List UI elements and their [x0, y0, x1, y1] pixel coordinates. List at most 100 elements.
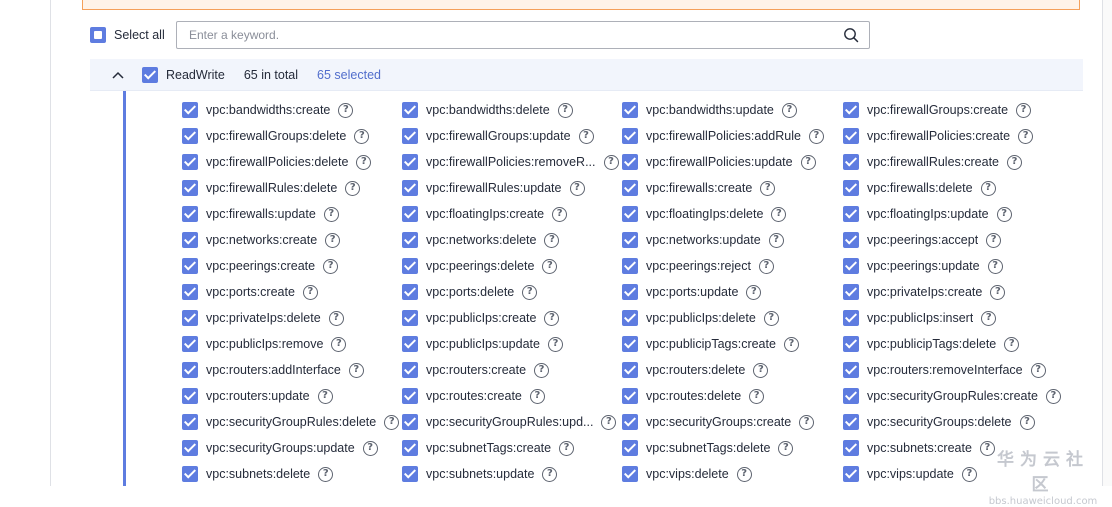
help-icon[interactable]: ? [753, 362, 769, 378]
permission-item[interactable]: vpc:subnetTags:create? [402, 435, 622, 461]
help-icon[interactable]: ? [338, 102, 354, 118]
help-icon[interactable]: ? [763, 310, 779, 326]
permission-item[interactable]: vpc:subnets:delete? [182, 461, 402, 487]
permission-item[interactable]: vpc:securityGroups:delete? [843, 409, 1082, 435]
help-icon[interactable]: ? [746, 284, 762, 300]
permission-item[interactable]: vpc:routers:update? [182, 383, 402, 409]
search-icon[interactable] [843, 27, 859, 43]
permission-checkbox[interactable] [843, 258, 859, 274]
help-icon[interactable]: ? [302, 284, 318, 300]
permission-checkbox[interactable] [402, 206, 418, 222]
permission-checkbox[interactable] [622, 310, 638, 326]
help-icon[interactable]: ? [736, 466, 752, 482]
help-icon[interactable]: ? [1007, 154, 1022, 170]
permission-checkbox[interactable] [182, 180, 198, 196]
search-box[interactable] [176, 21, 870, 49]
permission-checkbox[interactable] [843, 440, 859, 456]
permission-checkbox[interactable] [843, 310, 859, 326]
permission-item[interactable]: vpc:privateIps:delete? [182, 305, 402, 331]
help-icon[interactable]: ? [384, 414, 400, 430]
search-input[interactable] [187, 22, 843, 48]
permission-item[interactable]: vpc:floatingIps:create? [402, 201, 622, 227]
permission-checkbox[interactable] [843, 336, 859, 352]
help-icon[interactable]: ? [559, 440, 575, 456]
permission-item[interactable]: vpc:networks:update? [622, 227, 843, 253]
permission-checkbox[interactable] [622, 336, 638, 352]
permission-checkbox[interactable] [402, 310, 418, 326]
help-icon[interactable]: ? [522, 284, 538, 300]
permission-checkbox[interactable] [182, 102, 198, 118]
help-icon[interactable]: ? [771, 206, 787, 222]
permission-checkbox[interactable] [402, 232, 418, 248]
permission-item[interactable]: vpc:networks:create? [182, 227, 402, 253]
permission-checkbox[interactable] [402, 388, 418, 404]
help-icon[interactable]: ? [760, 180, 776, 196]
help-icon[interactable]: ? [990, 284, 1006, 300]
permission-item[interactable]: vpc:bandwidths:update? [622, 97, 843, 123]
help-icon[interactable]: ? [603, 154, 619, 170]
permission-item[interactable]: vpc:peerings:delete? [402, 253, 622, 279]
permission-checkbox[interactable] [182, 206, 198, 222]
help-icon[interactable]: ? [331, 336, 347, 352]
permission-item[interactable]: vpc:publicipTags:create? [622, 331, 843, 357]
permission-item[interactable]: vpc:routers:delete? [622, 357, 843, 383]
permission-checkbox[interactable] [402, 180, 418, 196]
permission-item[interactable]: vpc:firewallGroups:update? [402, 123, 622, 149]
help-icon[interactable]: ? [542, 466, 558, 482]
permission-checkbox[interactable] [182, 440, 198, 456]
help-icon[interactable]: ? [601, 414, 617, 430]
permission-checkbox[interactable] [182, 258, 198, 274]
permission-checkbox[interactable] [622, 362, 638, 378]
permission-item[interactable]: vpc:publicIps:update? [402, 331, 622, 357]
help-icon[interactable]: ? [323, 258, 339, 274]
help-icon[interactable]: ? [325, 232, 341, 248]
permission-item[interactable]: vpc:routes:delete? [622, 383, 843, 409]
help-icon[interactable]: ? [783, 336, 799, 352]
help-icon[interactable]: ? [749, 388, 765, 404]
permission-item[interactable]: vpc:floatingIps:delete? [622, 201, 843, 227]
permission-checkbox[interactable] [622, 154, 638, 170]
permission-item[interactable]: vpc:routers:removeInterface? [843, 357, 1082, 383]
select-all-checkbox-box[interactable] [90, 27, 106, 43]
permission-checkbox[interactable] [843, 284, 859, 300]
help-icon[interactable]: ? [981, 310, 997, 326]
permission-item[interactable]: vpc:firewalls:create? [622, 175, 843, 201]
permission-checkbox[interactable] [843, 128, 859, 144]
permission-checkbox[interactable] [622, 284, 638, 300]
help-icon[interactable]: ? [356, 154, 372, 170]
permission-checkbox[interactable] [402, 154, 418, 170]
permission-item[interactable]: vpc:subnets:update? [402, 461, 622, 487]
permission-item[interactable]: vpc:firewallRules:create? [843, 149, 1082, 175]
permission-checkbox[interactable] [622, 414, 638, 430]
permission-item[interactable]: vpc:publicIps:delete? [622, 305, 843, 331]
permission-item[interactable]: vpc:floatingIps:update? [843, 201, 1082, 227]
help-icon[interactable]: ? [547, 336, 563, 352]
permission-item[interactable]: vpc:firewallPolicies:update? [622, 149, 843, 175]
permission-item[interactable]: vpc:bandwidths:create? [182, 97, 402, 123]
permission-checkbox[interactable] [182, 310, 198, 326]
permission-checkbox[interactable] [622, 128, 638, 144]
permission-item[interactable]: vpc:peerings:update? [843, 253, 1082, 279]
permission-checkbox[interactable] [402, 336, 418, 352]
permission-item[interactable]: vpc:publicIps:insert? [843, 305, 1082, 331]
permission-checkbox[interactable] [843, 180, 859, 196]
help-icon[interactable]: ? [799, 414, 815, 430]
permission-item[interactable]: vpc:bandwidths:delete? [402, 97, 622, 123]
help-icon[interactable]: ? [569, 180, 585, 196]
permission-item[interactable]: vpc:privateIps:create? [843, 279, 1082, 305]
permission-item[interactable]: vpc:ports:delete? [402, 279, 622, 305]
permission-checkbox[interactable] [402, 414, 418, 430]
permission-checkbox[interactable] [402, 258, 418, 274]
help-icon[interactable]: ? [986, 232, 1002, 248]
permission-checkbox[interactable] [622, 258, 638, 274]
permission-checkbox[interactable] [182, 284, 198, 300]
permission-checkbox[interactable] [843, 414, 859, 430]
help-icon[interactable]: ? [348, 362, 364, 378]
permission-item[interactable]: vpc:peerings:reject? [622, 253, 843, 279]
help-icon[interactable]: ? [544, 232, 560, 248]
permission-checkbox[interactable] [182, 154, 198, 170]
permission-item[interactable]: vpc:routers:addInterface? [182, 357, 402, 383]
permission-checkbox[interactable] [402, 128, 418, 144]
permission-item[interactable]: vpc:peerings:accept? [843, 227, 1082, 253]
permission-item[interactable]: vpc:firewallPolicies:addRule? [622, 123, 843, 149]
